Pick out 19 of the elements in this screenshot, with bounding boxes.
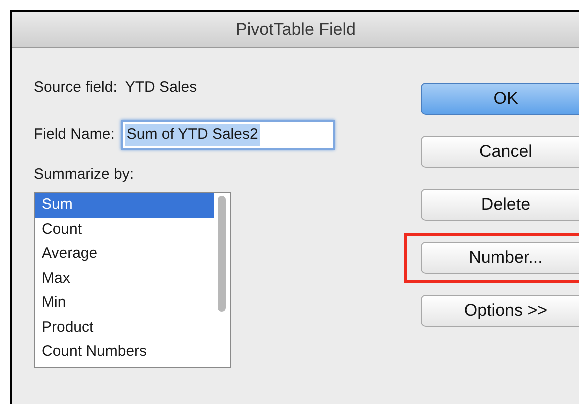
dialog-button[interactable]: OK (421, 83, 579, 115)
field-name-label: Field Name: (34, 124, 115, 145)
list-item[interactable]: Product (35, 316, 214, 340)
list-item[interactable]: Count Numbers (35, 340, 214, 364)
list-item[interactable]: Count (35, 218, 214, 242)
dialog-button[interactable]: Options >> (421, 295, 579, 327)
dialog-button[interactable]: Number... (421, 242, 579, 274)
field-name-input[interactable]: Sum of YTD Sales2 (120, 120, 335, 150)
scrollbar-thumb[interactable] (218, 196, 226, 312)
source-field-value: YTD Sales (125, 78, 198, 98)
list-item[interactable]: Min (35, 291, 214, 316)
source-field-label: Source field: (34, 78, 118, 98)
list-item[interactable]: Average (35, 242, 214, 266)
list-item[interactable]: Max (35, 266, 214, 291)
list-item[interactable]: Sum (35, 193, 214, 218)
dialog-button[interactable]: Delete (421, 189, 579, 221)
summarize-by-label: Summarize by: (34, 165, 136, 185)
window-title: PivotTable Field (236, 18, 356, 41)
dialog-button[interactable]: Cancel (421, 136, 579, 168)
